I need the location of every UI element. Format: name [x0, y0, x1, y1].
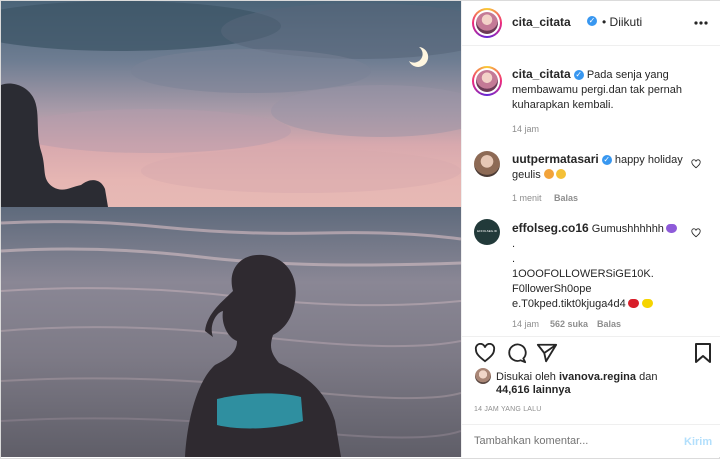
likes-suffix[interactable]: lainnya	[533, 384, 571, 396]
caption-time: 14 jam	[512, 124, 540, 134]
post-comment-button[interactable]: Kirim	[684, 436, 712, 448]
liker-avatar[interactable]	[475, 368, 491, 384]
caption-username[interactable]: cita_citata	[512, 67, 571, 81]
post-photo[interactable]	[1, 1, 461, 457]
comment-text: Gumushhhhhh	[591, 223, 664, 235]
like-comment-icon[interactable]	[691, 228, 701, 238]
comment-likes[interactable]: 562 suka	[550, 319, 588, 329]
verified-icon: ✓	[573, 70, 584, 81]
save-bookmark-icon[interactable]	[694, 342, 712, 364]
likes-summary: Disukai oleh ivanova.regina dan	[496, 370, 706, 384]
red-heart-icon	[627, 299, 639, 308]
likes-prefix: Disukai oleh	[496, 371, 556, 383]
comment-line: .	[512, 253, 516, 265]
reply-button[interactable]: Balas	[554, 193, 578, 203]
post-timestamp: 14 JAM YANG LALU	[474, 406, 542, 413]
comment-line: 1OOOFOLLOWERSiGE10K.	[512, 268, 654, 280]
heart-eyes-emoji-icon	[543, 169, 554, 179]
comment-icon[interactable]	[505, 342, 527, 364]
likes-count-line[interactable]: 44,616 lainnya	[496, 384, 571, 396]
comment-1: uutpermatasari ✓ happy holiday geulis	[512, 152, 692, 183]
comment-line: .	[512, 238, 516, 250]
author-username[interactable]: cita_citata	[512, 15, 571, 29]
divider	[462, 424, 720, 425]
verified-icon: ✓	[601, 155, 612, 166]
comment-time: 14 jam	[512, 319, 540, 329]
comment-username[interactable]: effolseg.co16	[512, 221, 589, 235]
like-icon[interactable]	[474, 343, 496, 363]
purple-heart-icon	[665, 224, 677, 233]
comment-line: F0llowerSh0ope	[512, 283, 592, 295]
yellow-heart-icon	[641, 299, 653, 308]
follow-status[interactable]: • Diikuti	[602, 15, 642, 29]
kiss-emoji-icon	[555, 169, 566, 179]
caption-avatar[interactable]	[472, 66, 502, 96]
comment-line: e.T0kped.tikt0kjuga4d4	[512, 298, 626, 310]
reply-button[interactable]: Balas	[597, 319, 621, 329]
comment-username[interactable]: uutpermatasari	[512, 152, 599, 166]
likes-conj: dan	[639, 371, 658, 383]
verified-icon: ✓	[587, 16, 597, 26]
likes-count[interactable]: 44,616	[496, 384, 530, 396]
commenter-avatar[interactable]	[474, 151, 500, 177]
avatar-text: EFFOLSEG.ID	[477, 229, 497, 233]
divider	[462, 336, 720, 337]
share-icon[interactable]	[536, 342, 558, 364]
comment-time: 1 menit	[512, 193, 542, 203]
sunset-beach-image	[1, 1, 461, 457]
comment-input[interactable]	[474, 431, 664, 451]
commenter-avatar[interactable]: EFFOLSEG.ID	[474, 219, 500, 245]
post-header: cita_citata ✓ • Diikuti	[462, 1, 720, 46]
liker-username[interactable]: ivanova.regina	[559, 371, 636, 383]
post-sidebar: cita_citata ✓ • Diikuti cita_citata ✓ Pa…	[461, 1, 720, 457]
comment-2: effolseg.co16 Gumushhhhhh . . 1OOOFOLLOW…	[512, 221, 692, 312]
like-comment-icon[interactable]	[691, 159, 701, 169]
more-options-icon[interactable]	[694, 21, 708, 25]
author-avatar[interactable]	[472, 8, 502, 38]
caption: cita_citata ✓ Pada senja yang membawamu …	[512, 67, 708, 113]
